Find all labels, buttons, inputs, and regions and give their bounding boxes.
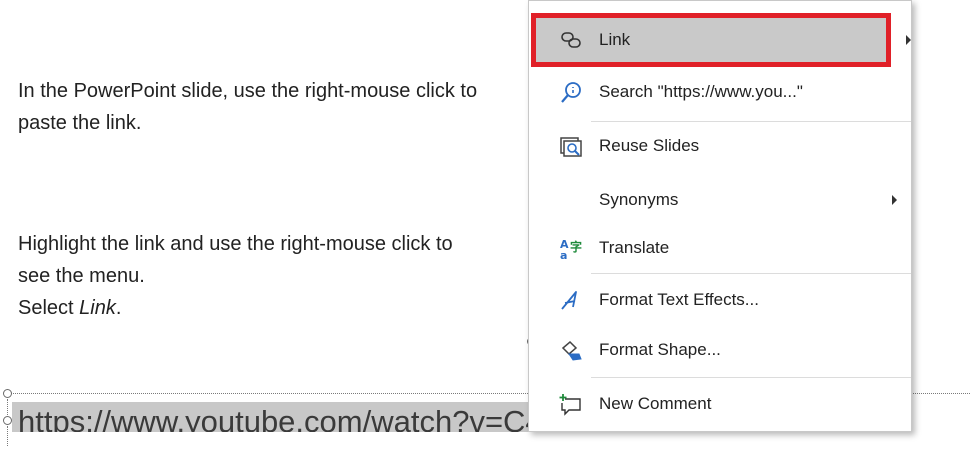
menu-separator	[591, 121, 911, 122]
menu-item-synonyms[interactable]: Synonyms	[529, 177, 911, 223]
new-comment-icon	[559, 393, 583, 417]
text-effects-icon	[559, 289, 583, 313]
menu-item-label: Synonyms	[599, 190, 679, 209]
menu-item-new-comment[interactable]: New Comment	[529, 381, 911, 427]
context-menu: Link Search "https://www.you..." Reuse S…	[528, 0, 912, 432]
instruction-paste-link: In the PowerPoint slide, use the right-m…	[18, 75, 488, 139]
menu-separator	[591, 273, 911, 274]
menu-item-format-text-effects[interactable]: Format Text Effects...	[529, 277, 911, 323]
reuse-slides-icon	[559, 135, 583, 159]
submenu-arrow-icon	[906, 35, 911, 45]
menu-item-label: Translate	[599, 238, 670, 257]
textbox-resize-handle[interactable]	[3, 389, 12, 398]
instruction-text-1: In the PowerPoint slide, use the right-m…	[18, 80, 478, 134]
textbox-selection-border	[7, 399, 8, 415]
menu-item-search[interactable]: Search "https://www.you..."	[529, 69, 911, 115]
textbox-selection-border	[7, 426, 8, 446]
textbox-resize-handle[interactable]	[3, 416, 12, 425]
menu-item-translate[interactable]: A a 字 Translate	[529, 225, 911, 271]
menu-separator	[591, 377, 911, 378]
menu-item-label: Format Text Effects...	[599, 290, 759, 309]
format-shape-icon	[559, 339, 583, 363]
menu-item-label: Search "https://www.you..."	[599, 82, 803, 101]
instruction-text-2: Highlight the link and use the right-mou…	[18, 233, 453, 287]
instruction-period: .	[115, 297, 122, 319]
menu-item-label: Format Shape...	[599, 340, 721, 359]
instruction-select-prefix: Select	[18, 297, 80, 319]
menu-item-label: New Comment	[599, 394, 712, 413]
menu-item-reuse-slides[interactable]: Reuse Slides	[529, 123, 911, 169]
translate-icon: A a 字	[559, 237, 583, 261]
svg-text:字: 字	[570, 239, 582, 254]
instruction-select-item: Link	[79, 297, 116, 319]
link-icon	[559, 28, 583, 52]
menu-item-label: Reuse Slides	[599, 136, 700, 155]
svg-text:a: a	[560, 249, 567, 261]
menu-item-format-shape[interactable]: Format Shape...	[529, 327, 911, 373]
menu-item-link[interactable]: Link	[531, 13, 911, 67]
search-icon	[559, 81, 583, 105]
instruction-highlight-link: Highlight the link and use the right-mou…	[18, 228, 488, 324]
submenu-arrow-icon	[892, 195, 897, 205]
menu-item-label: Link	[599, 30, 631, 49]
